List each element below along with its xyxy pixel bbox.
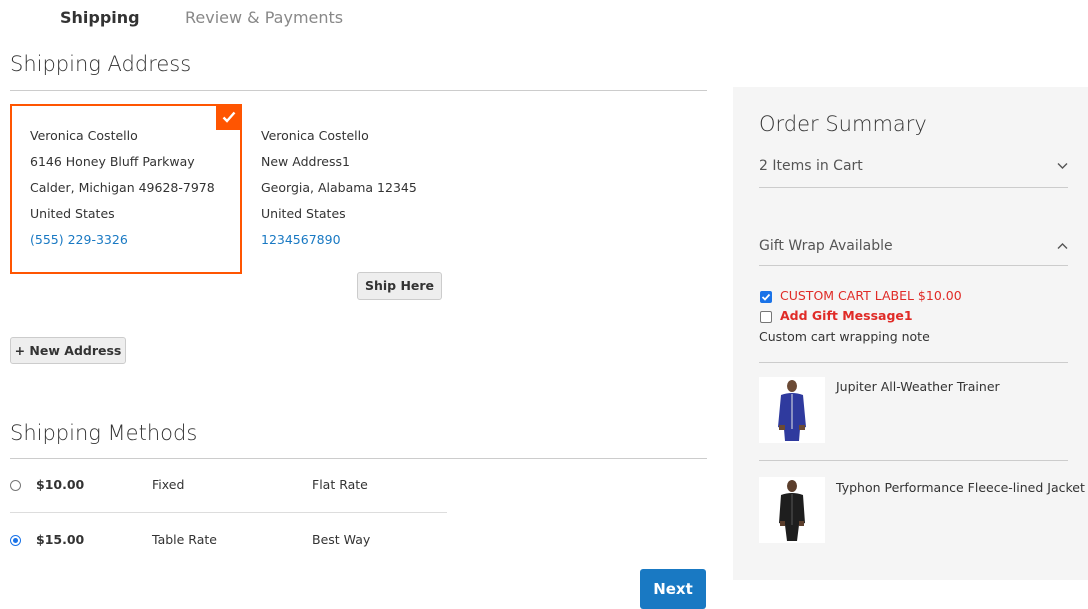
address-country: United States [30, 206, 115, 221]
selected-address: Veronica Costello 6146 Honey Bluff Parkw… [30, 123, 215, 253]
shipping-methods-title: Shipping Methods [10, 421, 198, 445]
method-row-divider [10, 512, 447, 513]
new-address-button[interactable]: + New Address [10, 337, 126, 364]
wrap-note: Custom cart wrapping note [759, 329, 930, 344]
address-phone-link[interactable]: 1234567890 [261, 227, 417, 253]
add-gift-message-checkbox[interactable] [760, 311, 772, 323]
address-city: Calder, Michigan 49628-7978 [30, 180, 215, 195]
progress-step-shipping: Shipping [60, 8, 140, 27]
address-country: United States [261, 206, 346, 221]
items-in-cart-toggle[interactable]: 2 Items in Cart [759, 158, 863, 174]
address-city: Georgia, Alabama 12345 [261, 180, 417, 195]
address-name: Veronica Costello [261, 128, 369, 143]
checkmark-icon [761, 293, 771, 301]
next-button[interactable]: Next [640, 569, 706, 609]
ship-here-button[interactable]: Ship Here [357, 272, 442, 300]
summary-divider [759, 265, 1068, 266]
method-title: Fixed [152, 477, 185, 492]
progress-step-review-payments: Review & Payments [185, 8, 344, 27]
shipping-address-title: Shipping Address [10, 52, 192, 76]
gift-wrap-toggle[interactable]: Gift Wrap Available [759, 238, 893, 254]
order-summary-title: Order Summary [759, 112, 927, 136]
order-summary-sidebar: Order Summary 2 Items in Cart Gift Wrap … [733, 87, 1088, 580]
carrier-title: Flat Rate [312, 477, 368, 492]
address-street: 6146 Honey Bluff Parkway [30, 154, 195, 169]
address-phone-link[interactable]: (555) 229-3326 [30, 227, 215, 253]
product-thumbnail [759, 477, 825, 543]
check-icon [216, 104, 242, 130]
chevron-up-icon[interactable] [1057, 242, 1068, 250]
summary-divider [759, 187, 1068, 188]
method-price: $15.00 [36, 532, 85, 547]
chevron-down-icon[interactable] [1057, 162, 1068, 170]
summary-divider [759, 460, 1068, 461]
product-image-trainer-jacket [778, 380, 806, 441]
product-name: Jupiter All-Weather Trainer [836, 379, 1000, 394]
product-name: Typhon Performance Fleece-lined Jacket [836, 480, 1085, 495]
address-street: New Address1 [261, 154, 350, 169]
other-address-card: Veronica Costello New Address1 Georgia, … [261, 123, 417, 253]
custom-cart-label-checkbox[interactable] [760, 291, 772, 303]
shipping-method-radio[interactable] [10, 480, 21, 491]
product-image-fleece-jacket [779, 480, 805, 541]
method-price: $10.00 [36, 477, 85, 492]
method-title: Table Rate [152, 532, 217, 547]
carrier-title: Best Way [312, 532, 371, 547]
custom-cart-label: CUSTOM CART LABEL $10.00 [780, 288, 962, 303]
product-thumbnail [759, 377, 825, 443]
summary-divider [759, 362, 1068, 363]
add-gift-message-label: Add Gift Message1 [780, 308, 913, 323]
shipping-methods-divider [10, 458, 707, 459]
address-name: Veronica Costello [30, 128, 138, 143]
shipping-address-divider [10, 90, 707, 91]
shipping-method-radio-selected[interactable] [10, 535, 21, 546]
